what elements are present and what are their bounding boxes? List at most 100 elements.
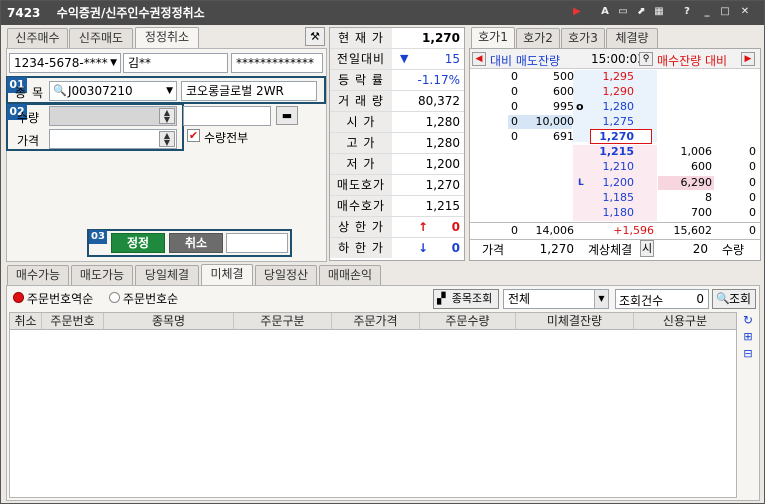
title-bar: 7423 수익증권/신주인수권정정취소 ▶ A ▭ ⬈ ▦ ? _ □ ✕ — [1, 1, 764, 25]
tab-profit[interactable]: 매매손익 — [319, 265, 381, 285]
count-box: 조회건수 0 — [615, 289, 709, 309]
ask-price[interactable]: 1,295 — [574, 70, 635, 84]
bid-price[interactable]: 1,210 — [574, 160, 635, 174]
tab-sellable[interactable]: 매도가능 — [71, 265, 133, 285]
col-order-type[interactable]: 주문구분 — [234, 313, 332, 329]
bid-qty: 700 — [691, 206, 712, 219]
ask-price[interactable]: 1,275 — [574, 115, 635, 129]
account-select[interactable]: 1234-5678-**** ▼ — [9, 53, 121, 73]
tab-trades[interactable]: 체결량 — [606, 28, 658, 48]
bid-qty: 6,290 — [680, 176, 713, 189]
qty-input[interactable]: ▲ ▼ — [49, 106, 177, 126]
ask-price[interactable]: 1,280 — [574, 100, 635, 114]
window-title: 수익증권/신주인수권정정취소 — [56, 6, 205, 20]
bid-price[interactable]: 1,215 — [574, 145, 634, 159]
filter-select[interactable]: 전체 ▼ — [503, 289, 609, 309]
total-bid-diff: 0 — [749, 224, 756, 237]
bid-price[interactable]: 1,185 — [574, 191, 635, 205]
close-icon[interactable]: ✕ — [739, 6, 751, 18]
tile-icon[interactable]: ▦ — [653, 6, 665, 18]
refresh-icon[interactable]: ↻ — [740, 313, 756, 327]
up-arrow-icon: ↑ — [418, 220, 429, 234]
sort-asc-label: 주문번호순 — [123, 292, 179, 306]
play-icon[interactable]: ▶ — [571, 6, 583, 18]
footer-price-label: 가격 — [482, 243, 505, 257]
export-icon[interactable]: ⊟ — [740, 347, 756, 361]
ask-price-current[interactable]: 1,270 — [574, 130, 634, 144]
quote-label: 거 래 량 — [330, 91, 392, 111]
ask-qty: 10,000 — [535, 115, 575, 128]
price-spinner[interactable]: ▲ ▼ — [159, 131, 175, 147]
window-icon[interactable]: ▭ — [617, 6, 629, 18]
popout-icon[interactable]: ⬈ — [635, 6, 647, 18]
tab-hoga1[interactable]: 호가1 — [471, 27, 515, 48]
query-button[interactable]: 🔍 조회 — [712, 289, 756, 309]
down-arrow-icon: ↓ — [418, 241, 429, 255]
extra-field[interactable] — [183, 106, 271, 126]
tool-icon[interactable]: ⚒ — [305, 27, 325, 46]
bid-price[interactable]: 1,180 — [574, 206, 635, 220]
quote-value: 80,372 — [418, 94, 460, 108]
col-unfilled-qty[interactable]: 미체결잔량 — [516, 313, 634, 329]
quote-row-volume: 거 래 량 80,372 — [330, 91, 464, 112]
grid-body[interactable] — [9, 330, 737, 498]
qty-all-checkbox[interactable]: ✔ — [187, 129, 200, 142]
col-order-price[interactable]: 주문가격 — [332, 313, 420, 329]
tab-hoga2[interactable]: 호가2 — [516, 28, 560, 48]
tab-sell[interactable]: 신주매도 — [69, 28, 133, 48]
password-field[interactable]: ************* — [231, 53, 323, 73]
font-icon[interactable]: A — [599, 6, 611, 18]
qty-label: 수량 — [17, 111, 40, 125]
scope-icon[interactable]: ⚲ — [639, 52, 653, 66]
tab-settlement[interactable]: 당일정산 — [255, 265, 317, 285]
tab-hoga3[interactable]: 호가3 — [561, 28, 605, 48]
quote-table: 현 재 가 1,270 전일대비 ▼ 15 등 락 률 -1.17% 거 래 량… — [329, 27, 465, 261]
bid-diff: 0 — [749, 160, 756, 173]
correct-button[interactable]: 정정 — [111, 233, 165, 253]
tab-buy[interactable]: 신주매수 — [7, 28, 68, 48]
item-code: J00307210 — [68, 84, 133, 98]
quote-row-bid: 매수호가 1,215 — [330, 196, 464, 217]
sort-desc-label: 주문번호역순 — [27, 292, 94, 306]
item-code-field[interactable]: 🔍 J00307210 ▼ — [49, 81, 177, 101]
lookup-icon: ▞ — [437, 292, 446, 305]
item-lookup-button[interactable]: ▞ 종목조회 — [433, 289, 499, 309]
col-cancel[interactable]: 취소 — [10, 313, 42, 329]
quote-value: 1,215 — [425, 199, 460, 213]
bid-price[interactable]: 1,200 — [574, 176, 635, 190]
add-icon[interactable]: ⊞ — [740, 330, 756, 344]
divider — [470, 239, 760, 240]
col-order-qty[interactable]: 주문수량 — [420, 313, 516, 329]
col-credit-type[interactable]: 신용구분 — [634, 313, 736, 329]
total-bid-qty: 15,602 — [673, 224, 713, 237]
chevron-down-icon: ▼ — [594, 290, 608, 308]
ask-diff: 0 — [511, 115, 518, 128]
tab-correct-cancel[interactable]: 정정취소 — [135, 27, 199, 48]
col-item-name[interactable]: 종목명 — [104, 313, 234, 329]
chevron-down-icon: ▼ — [110, 58, 117, 68]
sort-asc-radio[interactable] — [109, 292, 120, 303]
cancel-button[interactable]: 취소 — [169, 233, 223, 253]
quote-value: 0 — [451, 220, 460, 234]
expand-left-icon[interactable]: ◀ — [472, 52, 486, 66]
tab-buyable[interactable]: 매수가능 — [7, 265, 69, 285]
ask-price[interactable]: 1,290 — [574, 85, 635, 99]
quote-label: 하 한 가 — [330, 238, 392, 258]
folder-icon[interactable]: ▬ — [276, 106, 298, 125]
price-input[interactable]: ▲ ▼ — [49, 129, 177, 149]
calc-button[interactable]: 시 — [640, 240, 654, 257]
maximize-icon[interactable]: □ — [719, 6, 731, 18]
col-order-no[interactable]: 주문번호 — [42, 313, 104, 329]
quote-value: 15 — [444, 52, 460, 66]
sort-desc-radio[interactable] — [13, 292, 24, 303]
tab-today-trades[interactable]: 당일체결 — [135, 265, 199, 285]
count-value[interactable]: 0 — [696, 292, 704, 306]
account-name: 김** — [123, 53, 228, 73]
qty-spinner[interactable]: ▲ ▼ — [159, 108, 175, 124]
help-icon[interactable]: ? — [681, 6, 693, 18]
footer-qty: 20 — [692, 242, 708, 256]
minimize-icon[interactable]: _ — [701, 6, 713, 18]
expand-right-icon[interactable]: ▶ — [741, 52, 755, 66]
ask-qty: 600 — [553, 85, 574, 98]
tab-unfilled[interactable]: 미체결 — [201, 264, 253, 285]
